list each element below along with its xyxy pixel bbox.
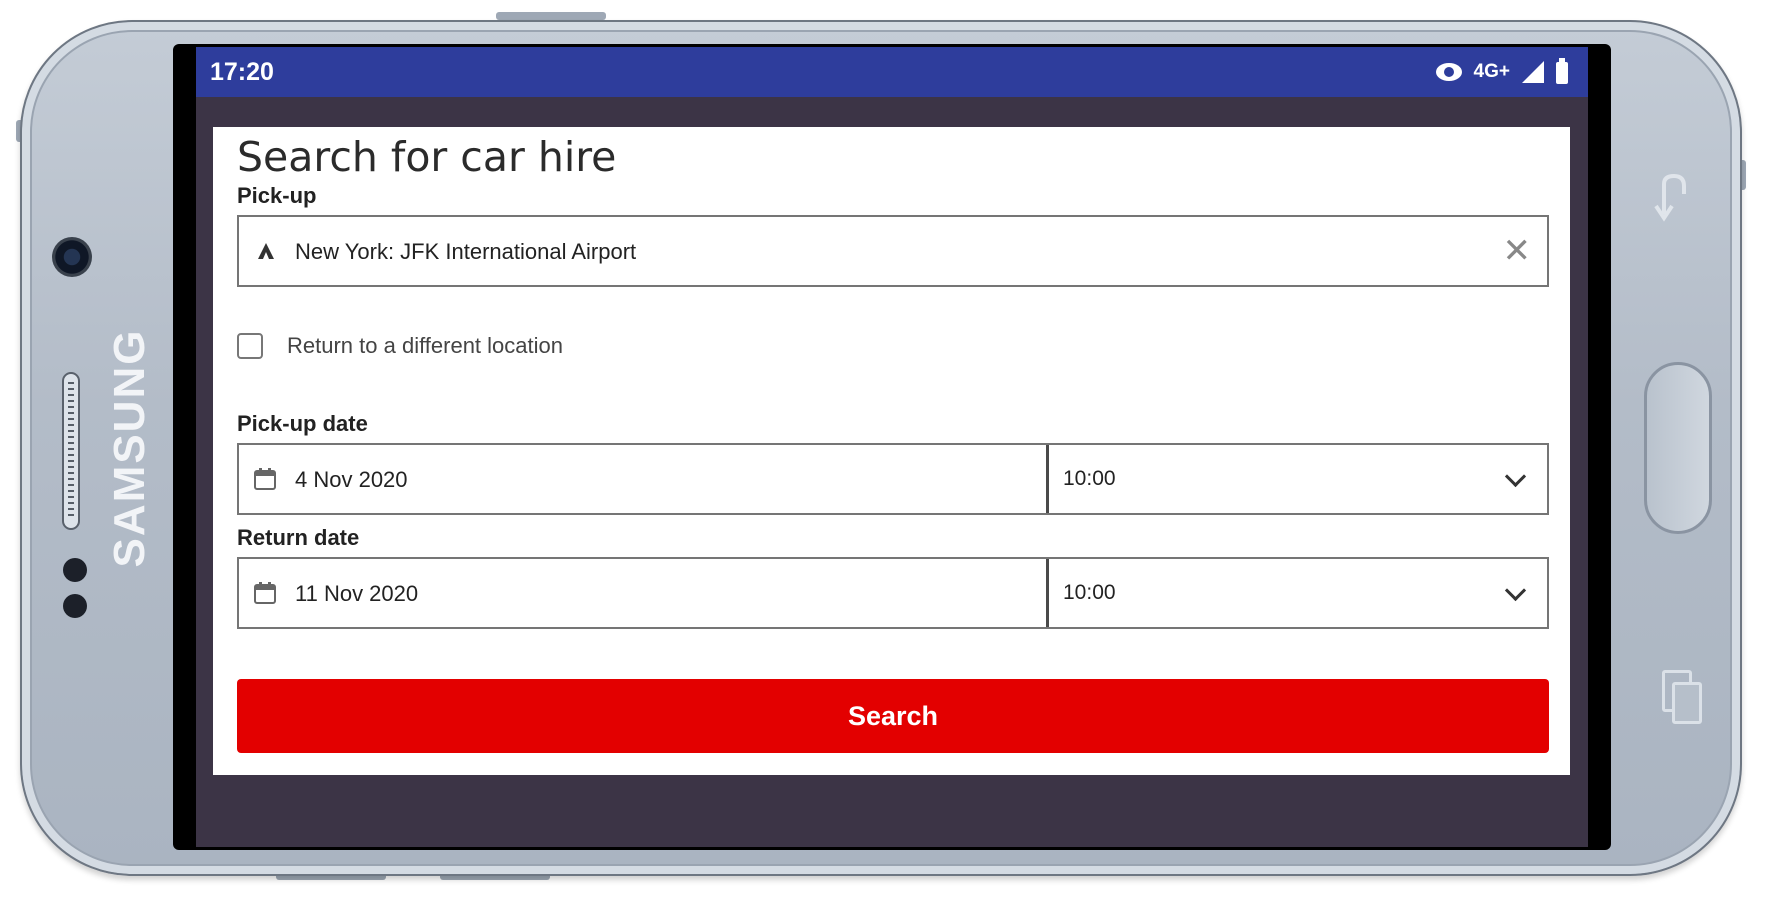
recent-apps-key-icon[interactable]	[1660, 668, 1702, 724]
network-type: 4G+	[1473, 61, 1510, 82]
pickup-location-field[interactable]: New York: JFK International Airport ✕	[237, 215, 1549, 287]
pickup-label: Pick-up	[237, 183, 317, 208]
battery-icon	[1556, 58, 1568, 84]
return-different-location-label[interactable]: Return to a different location	[287, 333, 563, 359]
return-date-field: 11 Nov 2020 10:00	[237, 557, 1549, 629]
return-time-value: 10:00	[1063, 581, 1116, 604]
status-time: 17:20	[210, 58, 274, 86]
page-title: Search for car hire	[237, 133, 617, 181]
pickup-location-value: New York: JFK International Airport	[295, 239, 637, 264]
calendar-icon	[253, 467, 277, 491]
pickup-date-value: 4 Nov 2020	[295, 467, 408, 492]
return-time-select[interactable]: 10:00	[1049, 559, 1547, 627]
pickup-date-field: 4 Nov 2020 10:00	[237, 443, 1549, 515]
pickup-time-value: 10:00	[1063, 467, 1116, 490]
status-icons: 4G+	[1435, 57, 1568, 87]
calendar-icon	[253, 581, 277, 605]
back-key-icon[interactable]	[1652, 170, 1692, 226]
car-hire-search-card: Search for car hire Pick-up New York: JF…	[213, 127, 1570, 775]
pickup-time-select[interactable]: 10:00	[1049, 445, 1547, 513]
close-icon[interactable]: ✕	[1503, 233, 1532, 269]
proximity-sensor	[63, 558, 87, 582]
status-bar: 17:20 4G+	[196, 47, 1588, 97]
return-date-picker[interactable]: 11 Nov 2020	[239, 559, 1049, 627]
earpiece-speaker	[62, 372, 80, 530]
chevron-down-icon	[1504, 465, 1527, 488]
return-date-label: Return date	[237, 525, 360, 550]
light-sensor	[63, 594, 87, 618]
pickup-date-label: Pick-up date	[237, 411, 368, 436]
brand-logo: SAMSUNG	[105, 328, 154, 568]
home-button[interactable]	[1644, 362, 1712, 534]
front-camera-icon	[52, 237, 92, 277]
volume-button	[496, 12, 606, 20]
search-button[interactable]: Search	[237, 679, 1549, 753]
airport-pin-icon	[255, 241, 277, 263]
return-different-location-checkbox[interactable]	[237, 333, 263, 359]
eye-icon	[1435, 63, 1462, 81]
return-date-value: 11 Nov 2020	[295, 581, 419, 606]
app-screen: 17:20 4G+ Search for car hire Pick-up Ne…	[196, 47, 1588, 847]
signal-icon	[1522, 61, 1544, 83]
pickup-date-picker[interactable]: 4 Nov 2020	[239, 445, 1049, 513]
chevron-down-icon	[1504, 579, 1527, 602]
